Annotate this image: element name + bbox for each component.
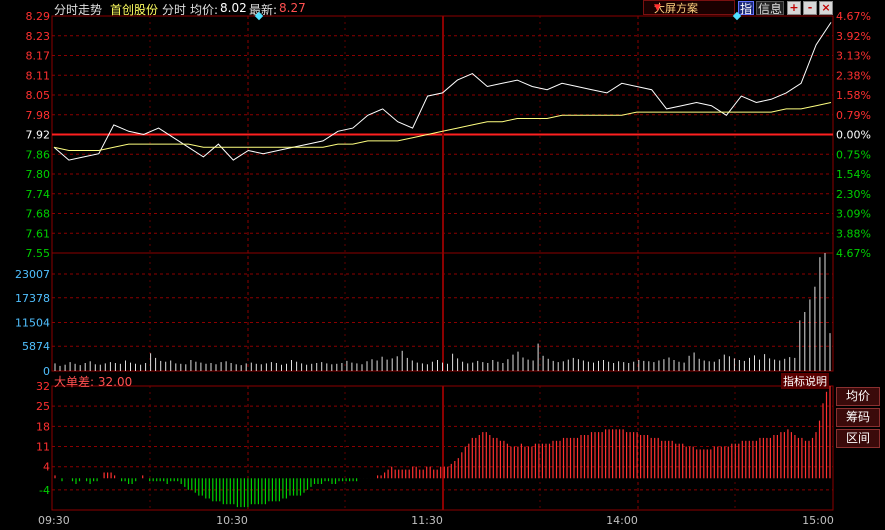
- pct-tick-label: 3.92%: [836, 30, 871, 43]
- indicator-tick-label: 25: [36, 400, 50, 413]
- last-value: 8.27: [279, 1, 306, 15]
- dropdown-arrow-icon: ▼: [654, 3, 661, 13]
- scheme-dropdown[interactable]: 大屏方案 ▼: [643, 0, 735, 15]
- avg-value: 8.02: [220, 1, 247, 15]
- indicator-title: 大单差: 32.00: [54, 375, 133, 389]
- price-tick-label: 8.11: [26, 69, 51, 82]
- time-tick-label: 09:30: [38, 514, 70, 527]
- pct-tick-label: 3.13%: [836, 50, 871, 63]
- pct-tick-label: 0.79%: [836, 109, 871, 122]
- volume-tick-label: 11504: [15, 317, 50, 330]
- index-button[interactable]: 指: [738, 1, 754, 16]
- pct-tick-label: 0.00%: [836, 129, 871, 142]
- avg-price-button[interactable]: 均价: [836, 387, 880, 406]
- price-tick-label: 7.61: [26, 227, 51, 240]
- intraday-chart[interactable]: 8.298.238.178.118.057.987.927.867.807.74…: [0, 0, 885, 530]
- price-tick-label: 7.74: [26, 188, 51, 201]
- price-tick-label: 7.92: [26, 129, 51, 142]
- view-name: 分时走势: [54, 3, 103, 17]
- volume-tick-label: 17378: [15, 292, 50, 305]
- price-tick-label: 7.68: [26, 208, 51, 221]
- range-button[interactable]: 区间: [836, 429, 880, 448]
- time-tick-label: 14:00: [606, 514, 638, 527]
- price-tick-label: 8.17: [26, 50, 51, 63]
- time-tick-label: 15:00: [802, 514, 834, 527]
- price-tick-label: 8.23: [26, 30, 51, 43]
- stock-name: 首创股份: [110, 3, 159, 17]
- indicator-tick-label: 11: [36, 441, 50, 454]
- period-label: 分时: [162, 3, 187, 17]
- chart-grid: [51, 15, 834, 511]
- time-tick-label: 11:30: [411, 514, 443, 527]
- pct-tick-label: 3.88%: [836, 227, 871, 240]
- close-button[interactable]: ×: [819, 1, 833, 15]
- indicator-desc-button[interactable]: 指标说明: [781, 373, 829, 389]
- time-tick-label: 10:30: [216, 514, 248, 527]
- indicator-tick-label: 32: [36, 380, 50, 393]
- pct-tick-label: 0.75%: [836, 148, 871, 161]
- info-button[interactable]: 信息: [756, 1, 784, 16]
- pct-tick-label: 2.30%: [836, 188, 871, 201]
- pct-tick-label: 1.54%: [836, 168, 871, 181]
- volume-tick-label: 5874: [22, 340, 50, 353]
- zoom-in-button[interactable]: +: [787, 1, 801, 15]
- pct-tick-label: 3.09%: [836, 208, 871, 221]
- volume-tick-label: 0: [43, 365, 50, 378]
- pct-tick-label: 4.67%: [836, 247, 871, 260]
- zoom-out-button[interactable]: -: [803, 1, 817, 15]
- price-tick-label: 7.80: [26, 168, 51, 181]
- volume-tick-label: 23007: [15, 268, 50, 281]
- indicator-tick-label: -4: [39, 484, 50, 497]
- pct-tick-label: 1.58%: [836, 89, 871, 102]
- price-tick-label: 7.98: [26, 109, 51, 122]
- indicator-tick-label: 4: [43, 461, 50, 474]
- chips-button[interactable]: 筹码: [836, 408, 880, 427]
- avg-label: 均价:: [190, 3, 219, 17]
- price-tick-label: 7.55: [26, 247, 51, 260]
- top-bar: 分时走势 首创股份 分时 均价: 8.02 最新: 8.27 大屏方案 ▼ 指 …: [0, 0, 885, 17]
- price-tick-label: 8.05: [26, 89, 51, 102]
- indicator-tick-label: 18: [36, 420, 50, 433]
- price-tick-label: 7.86: [26, 148, 51, 161]
- pct-tick-label: 2.38%: [836, 69, 871, 82]
